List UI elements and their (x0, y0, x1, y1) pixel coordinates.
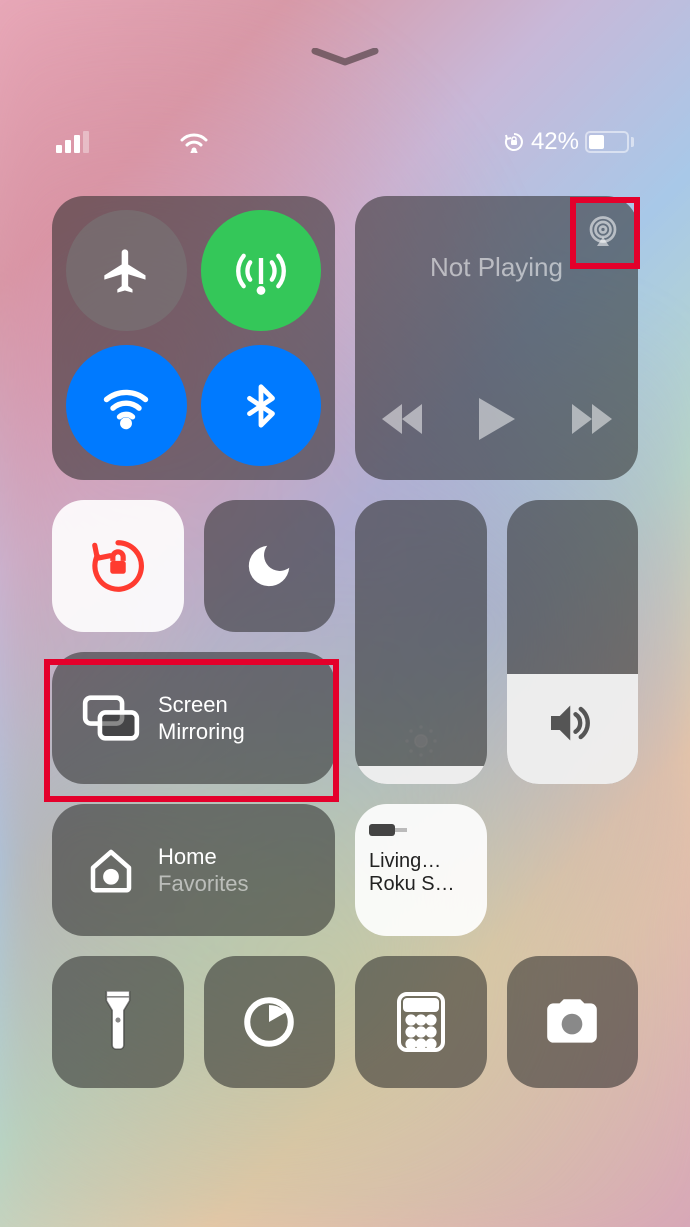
wifi-button[interactable] (66, 345, 187, 466)
device-tile-roku[interactable]: Living… Roku S… (355, 804, 487, 936)
calculator-button[interactable] (355, 956, 487, 1088)
device-label-1: Living… (369, 850, 473, 873)
camera-button[interactable] (507, 956, 639, 1088)
airplane-mode-button[interactable] (66, 210, 187, 331)
orientation-lock-icon (503, 131, 525, 153)
brightness-icon (400, 720, 442, 762)
screen-mirroring-button[interactable]: Screen Mirroring (52, 652, 335, 784)
timer-button[interactable] (204, 956, 336, 1088)
bluetooth-button[interactable] (201, 345, 322, 466)
do-not-disturb-button[interactable] (204, 500, 336, 632)
screen-mirroring-label-1: Screen (158, 691, 245, 719)
rewind-button[interactable] (382, 404, 422, 434)
forward-button[interactable] (572, 404, 612, 434)
orientation-lock-button[interactable] (52, 500, 184, 632)
cellular-data-button[interactable] (201, 210, 322, 331)
collapse-chevron[interactable] (310, 48, 380, 66)
battery-percent: 42% (531, 128, 579, 156)
battery-icon (585, 131, 634, 153)
volume-icon (547, 702, 597, 744)
status-bar: 42% (0, 128, 690, 156)
home-icon (76, 843, 146, 897)
media-controls-group[interactable]: Not Playing (355, 196, 638, 480)
play-button[interactable] (478, 398, 516, 440)
wifi-icon (179, 131, 209, 153)
screen-mirroring-label-2: Mirroring (158, 718, 245, 746)
flashlight-button[interactable] (52, 956, 184, 1088)
home-button[interactable]: Home Favorites (52, 804, 335, 936)
home-label: Home (158, 843, 248, 871)
device-label-2: Roku S… (369, 873, 473, 896)
cellular-signal-icon (56, 131, 89, 153)
brightness-slider[interactable] (355, 500, 487, 784)
device-icon (369, 820, 409, 840)
home-sublabel: Favorites (158, 870, 248, 898)
screen-mirroring-icon (76, 694, 146, 742)
airplay-icon[interactable] (582, 210, 624, 252)
volume-slider[interactable] (507, 500, 639, 784)
connectivity-group[interactable] (52, 196, 335, 480)
media-title: Not Playing (430, 252, 563, 283)
